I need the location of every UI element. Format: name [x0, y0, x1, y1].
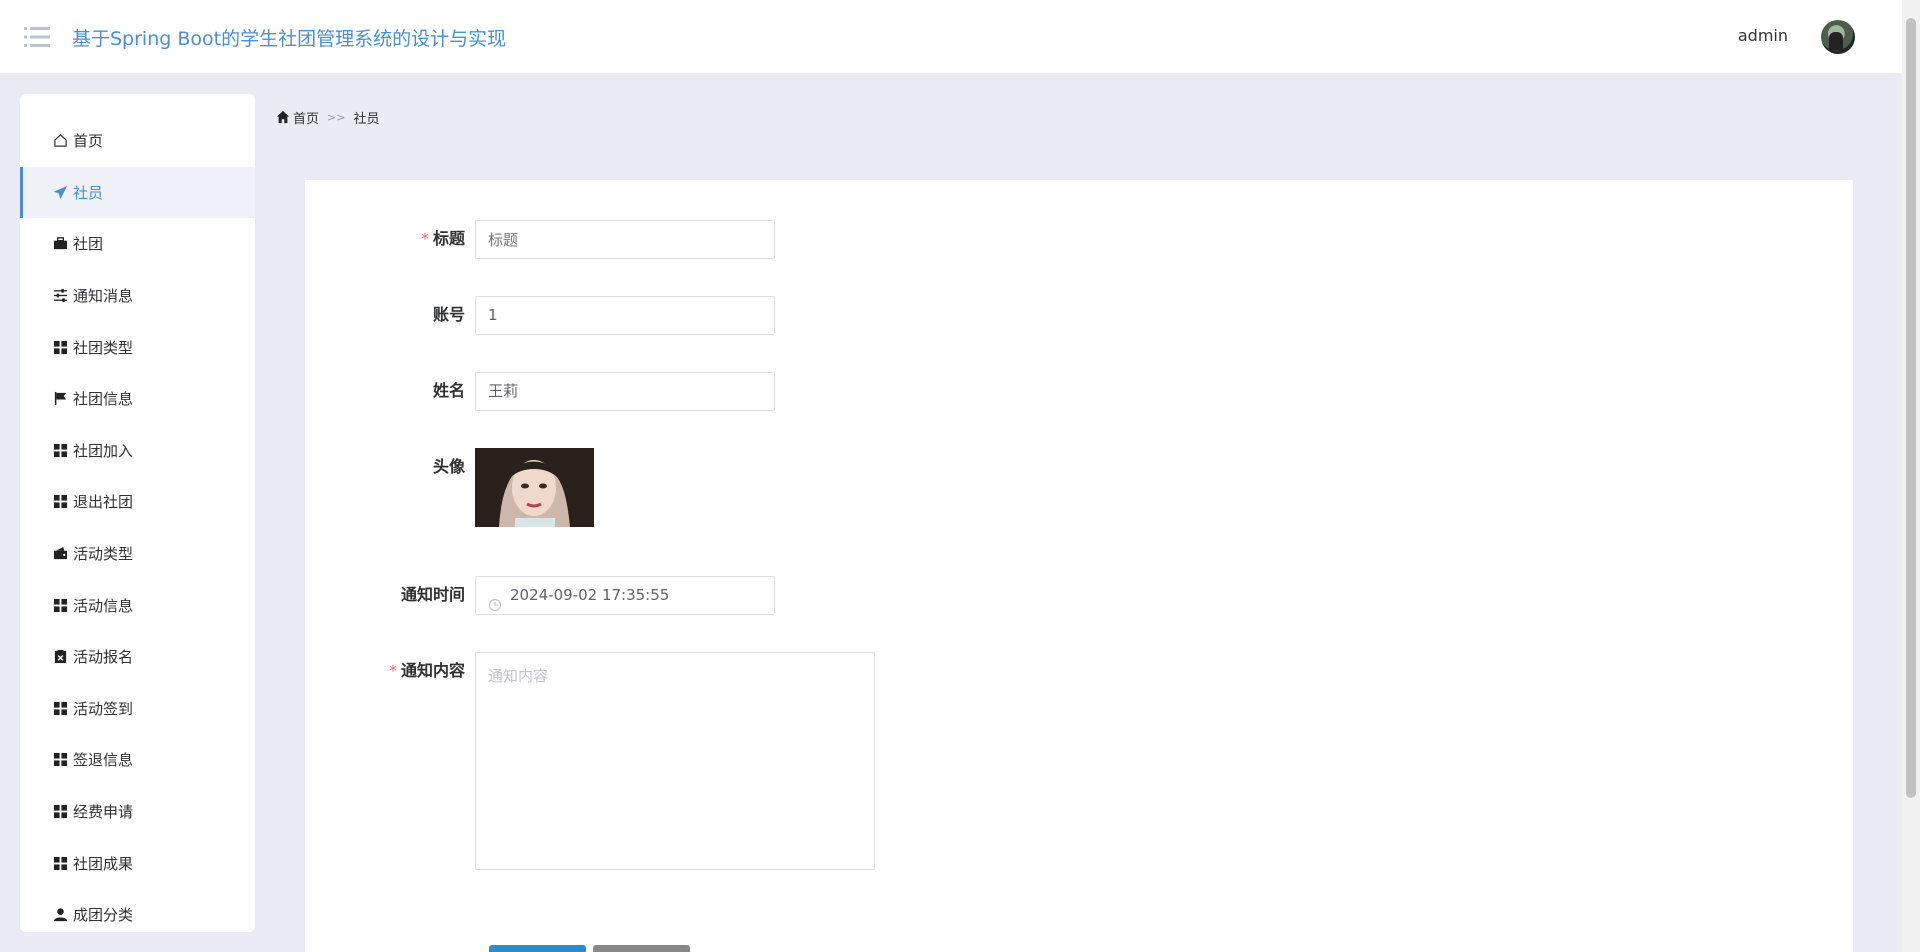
sliders-icon — [52, 288, 68, 304]
sidebar-item-15[interactable]: 成团分类 — [20, 889, 255, 932]
sidebar-item-7[interactable]: 退出社团 — [20, 476, 255, 528]
sidebar-item-label: 社员 — [73, 183, 104, 202]
name-input[interactable]: 王莉 — [475, 372, 775, 411]
avatar-row: 头像 — [305, 448, 594, 527]
sidebar-item-label: 经费申请 — [73, 803, 134, 822]
sidebar-item-8[interactable]: 活动类型 — [20, 528, 255, 580]
content-textarea[interactable]: 通知内容 — [475, 652, 875, 870]
flag-icon — [52, 391, 68, 407]
wallet-icon — [52, 546, 68, 562]
sidebar: 首页社员社团通知消息社团类型社团信息社团加入退出社团活动类型活动信息活动报名活动… — [20, 94, 255, 932]
avatar-label: 头像 — [432, 457, 465, 476]
grid-icon — [52, 339, 68, 355]
notify-time-row: 通知时间 2024-09-02 17:35:55 — [305, 576, 775, 615]
sidebar-item-label: 活动信息 — [73, 596, 134, 615]
page-scrollbar[interactable] — [1902, 0, 1920, 952]
breadcrumb-current: 社员 — [353, 112, 380, 127]
sidebar-item-13[interactable]: 经费申请 — [20, 786, 255, 838]
grid-icon — [52, 855, 68, 871]
name-row: 姓名 王莉 — [305, 372, 775, 411]
grid-icon — [52, 700, 68, 716]
sidebar-item-label: 成团分类 — [73, 906, 134, 925]
sidebar-item-label: 签退信息 — [73, 751, 134, 770]
account-row: 账号 1 — [305, 296, 775, 335]
user-icon — [52, 907, 68, 923]
sidebar-item-6[interactable]: 社团加入 — [20, 425, 255, 477]
home-icon — [52, 133, 68, 149]
sidebar-item-2[interactable]: 社团 — [20, 218, 255, 270]
sidebar-item-5[interactable]: 社团信息 — [20, 373, 255, 425]
sidebar-item-label: 通知消息 — [73, 287, 134, 306]
title-row: * 标题 — [305, 220, 775, 259]
notify-time-input[interactable]: 2024-09-02 17:35:55 — [475, 576, 775, 615]
sidebar-item-label: 社团类型 — [73, 338, 134, 357]
grid-icon — [52, 597, 68, 613]
required-mark: * — [388, 661, 397, 680]
breadcrumb: 首页 >> 社员 — [276, 108, 379, 127]
grid-icon — [52, 804, 68, 820]
sidebar-item-label: 活动签到 — [73, 699, 134, 718]
sidebar-item-label: 活动报名 — [73, 648, 134, 667]
content-label: * 通知内容 — [388, 661, 465, 680]
sidebar-item-0[interactable]: 首页 — [20, 115, 255, 167]
clipboard-x-icon — [52, 649, 68, 665]
sidebar-item-14[interactable]: 社团成果 — [20, 837, 255, 889]
sidebar-item-label: 社团成果 — [73, 854, 134, 873]
avatar-photo[interactable] — [475, 448, 594, 527]
title-input[interactable] — [475, 220, 775, 259]
title-label: * 标题 — [420, 229, 465, 248]
home-icon — [276, 110, 293, 126]
sidebar-item-label: 社团 — [73, 235, 104, 254]
sidebar-item-10[interactable]: 活动报名 — [20, 631, 255, 683]
sidebar-item-label: 社团加入 — [73, 441, 134, 460]
cancel-button[interactable] — [593, 945, 690, 952]
grid-icon — [52, 442, 68, 458]
sidebar-item-label: 退出社团 — [73, 493, 134, 512]
top-header: 基于Spring Boot的学生社团管理系统的设计与实现 admin — [0, 0, 1902, 73]
scrollbar-thumb[interactable] — [1906, 18, 1916, 798]
sidebar-item-label: 活动类型 — [73, 545, 134, 564]
sidebar-item-11[interactable]: 活动签到 — [20, 683, 255, 735]
clock-icon — [488, 589, 502, 611]
notify-time-value: 2024-09-02 17:35:55 — [510, 586, 670, 604]
sidebar-item-label: 首页 — [73, 132, 104, 151]
paper-plane-icon — [52, 184, 68, 200]
breadcrumb-home[interactable]: 首页 — [293, 108, 319, 127]
sidebar-item-9[interactable]: 活动信息 — [20, 579, 255, 631]
form-card: *标题 账号 1 姓名 王莉 头像 通知时间 — [305, 180, 1853, 952]
content-row: * 通知内容 通知内容 — [305, 652, 875, 870]
account-input[interactable]: 1 — [475, 296, 775, 335]
name-label: 姓名 — [432, 381, 465, 400]
sidebar-item-label: 社团信息 — [73, 390, 134, 409]
required-mark: * — [420, 229, 429, 248]
user-avatar[interactable] — [1821, 20, 1855, 54]
sidebar-item-3[interactable]: 通知消息 — [20, 270, 255, 322]
account-label: 账号 — [432, 305, 465, 324]
breadcrumb-separator: >> — [327, 111, 346, 124]
username[interactable]: admin — [1738, 26, 1788, 45]
app-title: 基于Spring Boot的学生社团管理系统的设计与实现 — [72, 28, 507, 50]
sidebar-item-1[interactable]: 社员 — [20, 166, 255, 219]
menu-toggle-icon[interactable] — [24, 26, 50, 48]
grid-icon — [52, 494, 68, 510]
briefcase-icon — [52, 236, 68, 252]
notify-time-label: 通知时间 — [400, 585, 465, 604]
grid-icon — [52, 752, 68, 768]
sidebar-item-4[interactable]: 社团类型 — [20, 321, 255, 373]
sidebar-item-12[interactable]: 签退信息 — [20, 734, 255, 786]
submit-button[interactable] — [489, 945, 586, 952]
